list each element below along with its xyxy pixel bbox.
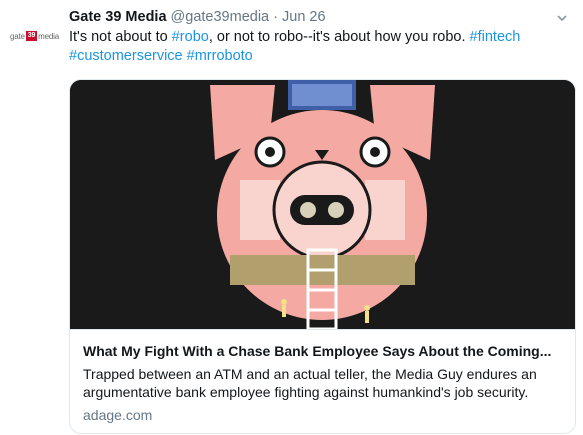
- tweet[interactable]: gate 39 media Gate 39 Media @gate39media ·…: [0, 0, 583, 435]
- tweet-text-segment: , or not to robo--it's about how you rob…: [208, 29, 470, 45]
- hashtag-link[interactable]: #mrroboto: [187, 48, 253, 64]
- card-title[interactable]: What My Fight With a Chase Bank Employee…: [83, 343, 563, 359]
- card-domain[interactable]: adage.com: [83, 407, 152, 423]
- link-card[interactable]: What My Fight With a Chase Bank Employee…: [69, 79, 576, 434]
- hashtag-link[interactable]: #robo: [172, 29, 209, 45]
- tweet-header: Gate 39 Media @gate39media · Jun 26: [69, 7, 326, 27]
- tweet-timestamp[interactable]: Jun 26: [282, 9, 326, 25]
- avatar-logo-box: 39: [25, 31, 38, 41]
- header-separator: ·: [273, 9, 278, 25]
- tweet-text: It's not about to #robo, or not to robo-…: [69, 28, 569, 66]
- card-description: Trapped between an ATM and an actual tel…: [83, 366, 537, 400]
- author-handle[interactable]: @gate39media: [171, 9, 270, 25]
- card-image[interactable]: [70, 80, 575, 331]
- hashtag-link[interactable]: #fintech: [470, 29, 521, 45]
- avatar[interactable]: gate 39 media: [10, 30, 59, 42]
- card-body[interactable]: What My Fight With a Chase Bank Employee…: [70, 329, 575, 433]
- avatar-text-pre: gate: [10, 31, 25, 41]
- chevron-down-icon[interactable]: [556, 12, 568, 24]
- author-name[interactable]: Gate 39 Media: [69, 9, 167, 25]
- avatar-text-post: media: [38, 31, 59, 41]
- tweet-text-segment: It's not about to: [69, 29, 172, 45]
- hashtag-link[interactable]: #customerservice: [69, 48, 183, 64]
